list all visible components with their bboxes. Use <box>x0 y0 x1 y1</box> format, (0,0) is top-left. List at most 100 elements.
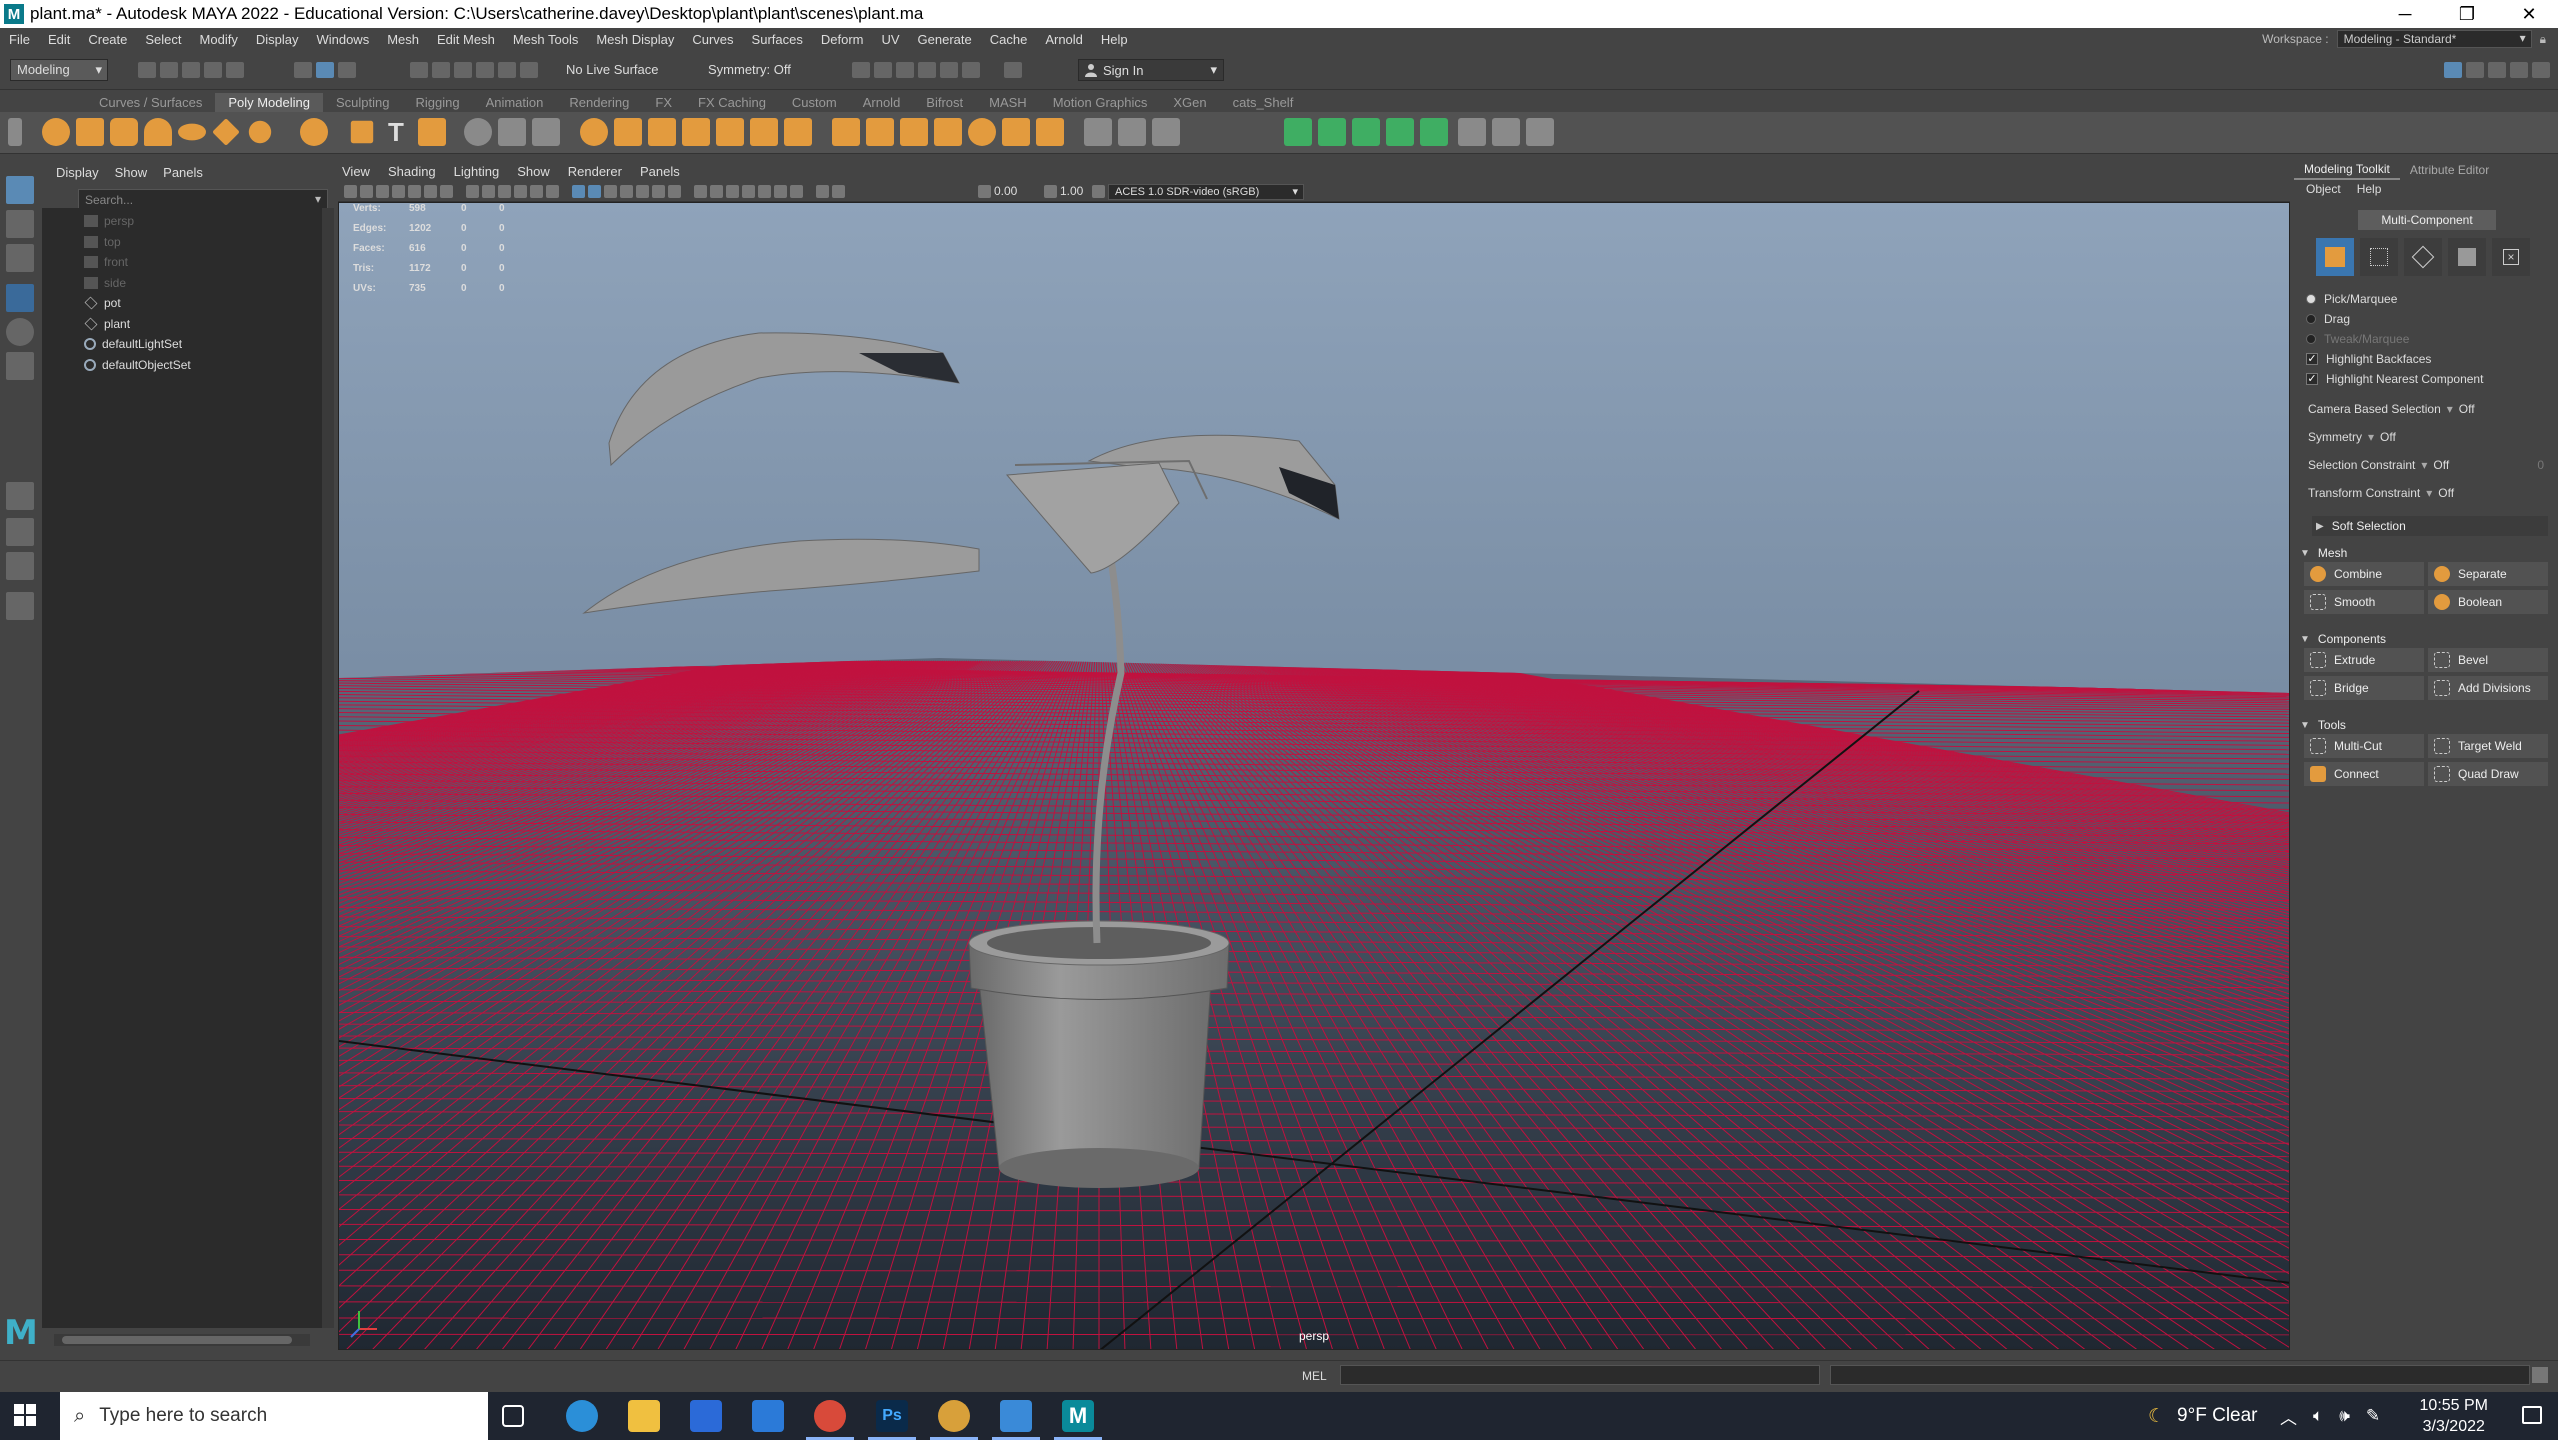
poke-face-icon[interactable] <box>1036 118 1064 146</box>
menu-windows[interactable]: Windows <box>307 32 378 47</box>
soft-select-icon[interactable] <box>1492 118 1520 146</box>
smooth-button[interactable]: Smooth <box>2304 590 2424 614</box>
undo-icon[interactable] <box>204 62 222 78</box>
append-polygon-icon[interactable] <box>968 118 996 146</box>
render-frame-icon[interactable] <box>852 62 870 78</box>
connect-button[interactable]: Connect <box>2304 762 2424 786</box>
snap-point-icon[interactable] <box>454 62 472 78</box>
shelf-tab-animation[interactable]: Animation <box>473 93 557 112</box>
poly-cube-icon[interactable] <box>76 118 104 146</box>
microsoft-store-icon[interactable] <box>690 1400 722 1432</box>
perspective-viewport[interactable]: Verts: 598 0 0 Edges: 1202 0 0 Faces: 616 0 0 Tris: 1… <box>338 202 2290 1350</box>
rotate-tool-icon[interactable] <box>6 318 34 346</box>
separate-shelf-icon[interactable] <box>614 118 642 146</box>
gate-mask-icon[interactable] <box>498 185 511 198</box>
poly-sphere-icon[interactable] <box>42 118 70 146</box>
snap-magnet-icon[interactable] <box>520 62 538 78</box>
quad-draw-button[interactable]: Quad Draw <box>2428 762 2548 786</box>
menu-mesh[interactable]: Mesh <box>378 32 428 47</box>
transform-constraint-row[interactable]: Transform Constraint ▾ Off <box>2308 486 2454 500</box>
shelf-tab-fx-caching[interactable]: FX Caching <box>685 93 779 112</box>
menu-cache[interactable]: Cache <box>981 32 1037 47</box>
multi-component-button[interactable]: Multi-Component <box>2358 210 2496 230</box>
menu-file[interactable]: File <box>0 32 39 47</box>
menu-help[interactable]: Help <box>1092 32 1137 47</box>
sculpt-icon[interactable] <box>464 118 492 146</box>
highlight-nearest-checkbox[interactable]: ✓ Highlight Nearest Component <box>2306 372 2483 386</box>
depth-of-field-icon[interactable] <box>790 185 803 198</box>
exposure-value[interactable]: 0.00 <box>994 184 1017 198</box>
soft-selection-section[interactable]: ▶ Soft Selection <box>2312 516 2548 536</box>
snap-live-icon[interactable] <box>498 62 516 78</box>
combine-shelf-icon[interactable] <box>580 118 608 146</box>
outliner-item-plant[interactable]: plant <box>84 315 130 333</box>
selection-constraint-row[interactable]: Selection Constraint ▾ Off 0 <box>2308 458 2544 472</box>
scatter-icon[interactable] <box>498 118 526 146</box>
isolate-select-icon[interactable] <box>816 185 829 198</box>
image-plane-icon[interactable] <box>392 185 405 198</box>
resolution-gate-icon[interactable] <box>482 185 495 198</box>
pen-icon[interactable]: ✎ <box>2366 1406 2380 1426</box>
task-view-icon[interactable] <box>502 1405 524 1427</box>
new-scene-icon[interactable] <box>138 62 156 78</box>
menu-create[interactable]: Create <box>79 32 136 47</box>
poly-disc-icon[interactable] <box>248 120 272 144</box>
shelf-tab-rendering[interactable]: Rendering <box>556 93 642 112</box>
bookmark-icon[interactable] <box>376 185 389 198</box>
chrome-icon[interactable] <box>806 1400 854 1440</box>
minimize-button[interactable]: ─ <box>2376 0 2434 28</box>
shelf-tab-mash[interactable]: MASH <box>976 93 1040 112</box>
script-editor-icon[interactable] <box>2532 1367 2548 1383</box>
film-gate-icon[interactable] <box>466 185 479 198</box>
symmetry-row[interactable]: Symmetry ▾ Off <box>2308 430 2396 444</box>
outliner-item-pot[interactable]: pot <box>84 294 121 312</box>
exposure-icon[interactable] <box>978 185 991 198</box>
object-mode-icon[interactable] <box>2316 238 2354 276</box>
lasso-tool-icon[interactable] <box>6 210 34 238</box>
weather-widget[interactable]: ☾ 9°F Clear <box>2148 1392 2258 1440</box>
spherical-map-icon[interactable] <box>1386 118 1414 146</box>
menu-edit[interactable]: Edit <box>39 32 79 47</box>
ambient-occlusion-icon[interactable] <box>742 185 755 198</box>
bridge-shelf-icon[interactable] <box>866 118 894 146</box>
toggle-attribute-editor-icon[interactable] <box>2488 62 2506 78</box>
drag-option[interactable]: Drag <box>2306 312 2350 326</box>
uv-mode-icon[interactable]: × <box>2492 238 2530 276</box>
shelf-menu-icon[interactable] <box>8 118 22 146</box>
shelf-tab-curves-surfaces[interactable]: Curves / Surfaces <box>86 93 215 112</box>
safe-action-icon[interactable] <box>530 185 543 198</box>
outliner-menu-display[interactable]: Display <box>56 165 99 180</box>
toggle-modeling-toolkit-icon[interactable] <box>2444 62 2462 78</box>
edge-browser-icon[interactable] <box>566 1400 598 1432</box>
cylindrical-map-icon[interactable] <box>1352 118 1380 146</box>
separate-button[interactable]: Separate <box>2428 562 2548 586</box>
sign-in-dropdown[interactable]: Sign In <box>1078 59 1224 81</box>
xray-toggle-icon[interactable] <box>832 185 845 198</box>
outliner-item-side[interactable]: side <box>84 274 126 292</box>
tab-modeling-toolkit[interactable]: Modeling Toolkit <box>2294 160 2400 180</box>
taskbar-clock[interactable]: 10:55 PM 3/3/2022 <box>2420 1395 2488 1437</box>
workspace-dropdown[interactable]: Modeling - Standard* <box>2336 30 2532 48</box>
render-view-icon[interactable] <box>962 62 980 78</box>
shelf-tab-cats-shelf[interactable]: cats_Shelf <box>1220 93 1307 112</box>
edge-mode-icon[interactable] <box>2404 238 2442 276</box>
shelf-tab-poly-modeling[interactable]: Poly Modeling <box>215 93 323 112</box>
hypershade-icon[interactable] <box>940 62 958 78</box>
tray-chevron-icon[interactable]: ︿ <box>2280 1404 2297 1429</box>
toolkit-menu-object[interactable]: Object <box>2306 182 2341 196</box>
chrome-profile-icon[interactable] <box>930 1400 978 1440</box>
bevel-button[interactable]: Bevel <box>2428 648 2548 672</box>
menu-mesh-tools[interactable]: Mesh Tools <box>504 32 588 47</box>
lock-icon[interactable]: 🔒︎ <box>2540 32 2546 47</box>
field-chart-icon[interactable] <box>514 185 527 198</box>
scale-tool-icon[interactable] <box>6 352 34 380</box>
tab-attribute-editor[interactable]: Attribute Editor <box>2400 161 2499 179</box>
outliner-vertical-scrollbar[interactable] <box>322 208 334 1328</box>
outliner-item-persp[interactable]: persp <box>84 212 134 230</box>
tools-section-header[interactable]: ▼ Tools <box>2300 718 2346 732</box>
target-weld-button[interactable]: Target Weld <box>2428 734 2548 758</box>
arnold-render-icon[interactable] <box>1004 62 1022 78</box>
automatic-map-icon[interactable] <box>1420 118 1448 146</box>
file-explorer-icon[interactable] <box>628 1400 660 1432</box>
paint-select-icon[interactable] <box>6 244 34 272</box>
